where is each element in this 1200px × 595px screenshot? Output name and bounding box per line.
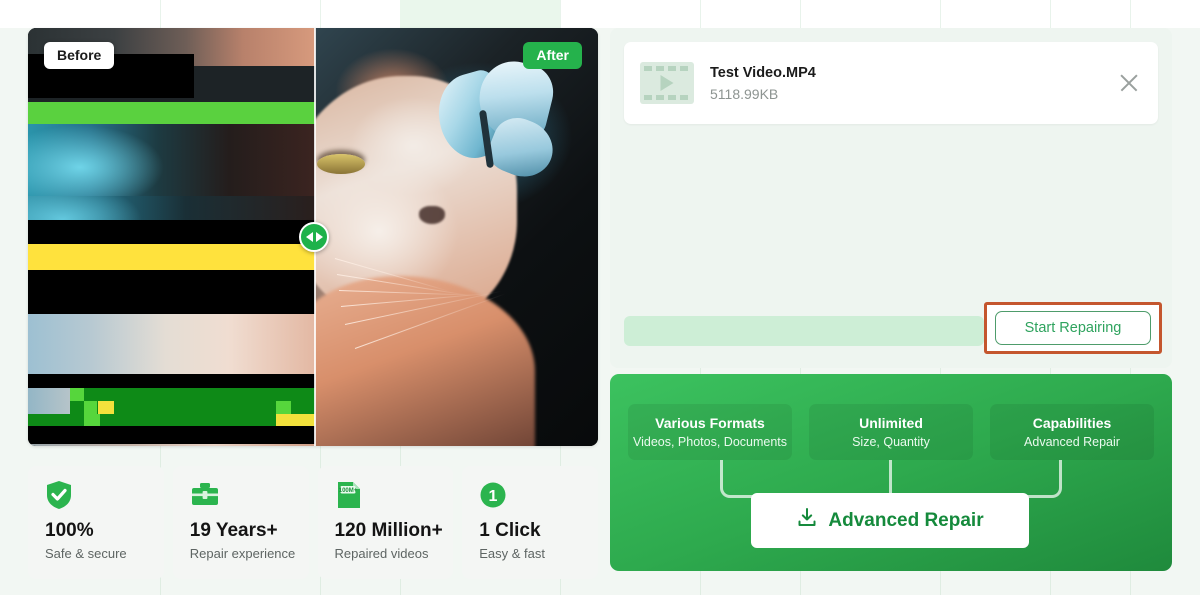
close-icon[interactable] bbox=[1116, 70, 1142, 96]
stats-row: 100% Safe & secure 19 Years+ Repair expe… bbox=[28, 466, 598, 579]
file-name: Test Video.MP4 bbox=[710, 64, 816, 81]
stat-value: 100% bbox=[45, 520, 94, 541]
stat-card-experience: 19 Years+ Repair experience bbox=[172, 466, 309, 579]
advanced-repair-button[interactable]: Advanced Repair bbox=[751, 493, 1029, 548]
feature-cards-row: Various Formats Videos, Photos, Document… bbox=[628, 404, 1154, 460]
toolbox-icon bbox=[190, 480, 309, 510]
drag-left-right-icon[interactable] bbox=[299, 222, 329, 252]
butterfly-graphic bbox=[428, 54, 573, 198]
number-one-circle-icon: 1 bbox=[479, 480, 598, 510]
app-root: Before After 100% Safe & secure 19 Years… bbox=[0, 0, 1200, 595]
glitched-video-frame bbox=[28, 28, 315, 446]
one-glyph: 1 bbox=[489, 488, 498, 505]
feature-card-unlimited: Unlimited Size, Quantity bbox=[809, 404, 973, 460]
feature-title: Unlimited bbox=[859, 415, 923, 431]
download-icon bbox=[796, 507, 818, 534]
upload-panel: Test Video.MP4 5118.99KB Start Repairing bbox=[610, 28, 1172, 368]
feature-title: Capabilities bbox=[1032, 415, 1112, 431]
page-top-strip bbox=[0, 0, 1200, 28]
stat-label: Repaired videos bbox=[334, 546, 429, 561]
stat-label: Easy & fast bbox=[479, 546, 545, 561]
file-100m-icon: 100M+ bbox=[335, 480, 454, 510]
connector-middle bbox=[889, 460, 892, 494]
before-pane: Before bbox=[28, 28, 315, 446]
after-badge: After bbox=[523, 42, 582, 69]
connector-right bbox=[1026, 460, 1062, 498]
feature-card-capabilities: Capabilities Advanced Repair bbox=[990, 404, 1154, 460]
file-meta: Test Video.MP4 5118.99KB bbox=[710, 65, 1116, 102]
before-after-comparison[interactable]: Before After bbox=[28, 28, 598, 446]
file-icon-text: 100M+ bbox=[338, 488, 357, 494]
start-repairing-label: Start Repairing bbox=[1024, 320, 1122, 336]
feature-card-formats: Various Formats Videos, Photos, Document… bbox=[628, 404, 792, 460]
stat-value: 1 Click bbox=[479, 520, 541, 541]
file-list-item[interactable]: Test Video.MP4 5118.99KB bbox=[624, 42, 1158, 124]
stat-card-oneclick: 1 1 Click Easy & fast bbox=[462, 466, 598, 579]
repaired-video-frame bbox=[315, 28, 598, 446]
connector-left bbox=[720, 460, 756, 498]
start-repairing-button[interactable]: Start Repairing bbox=[995, 311, 1151, 345]
stat-value: 19 Years+ bbox=[189, 520, 278, 541]
feature-title: Various Formats bbox=[655, 415, 765, 431]
feature-subtitle: Size, Quantity bbox=[852, 435, 930, 449]
feature-subtitle: Videos, Photos, Documents bbox=[632, 435, 788, 449]
after-pane: After bbox=[315, 28, 598, 446]
repair-progress-bar bbox=[624, 316, 984, 346]
advanced-repair-label: Advanced Repair bbox=[828, 509, 984, 531]
stat-value: 120 Million+ bbox=[334, 520, 443, 541]
stat-card-repaired: 100M+ 120 Million+ Repaired videos bbox=[317, 466, 454, 579]
file-size: 5118.99KB bbox=[710, 85, 779, 102]
stat-label: Repair experience bbox=[189, 546, 296, 561]
video-film-icon bbox=[640, 62, 694, 104]
features-panel: Various Formats Videos, Photos, Document… bbox=[610, 374, 1172, 571]
before-badge: Before bbox=[44, 42, 115, 69]
stat-label: Safe & secure bbox=[45, 546, 127, 561]
shield-check-icon bbox=[45, 480, 164, 510]
stat-card-safe: 100% Safe & secure bbox=[28, 466, 164, 579]
start-repairing-highlight: Start Repairing bbox=[984, 302, 1162, 354]
feature-subtitle: Advanced Repair bbox=[1024, 435, 1120, 449]
